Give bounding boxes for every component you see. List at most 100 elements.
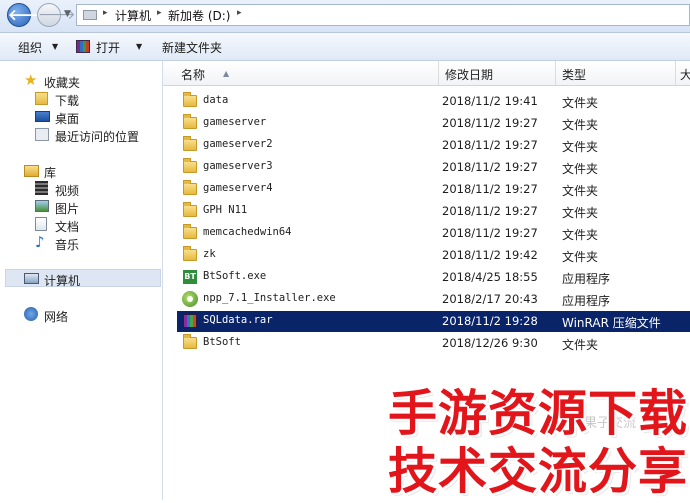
file-type: 文件夹 <box>562 206 599 220</box>
column-header-name[interactable]: 名称 ▲ <box>175 61 439 85</box>
nav-libraries-label: 库 <box>44 166 57 180</box>
file-row[interactable]: memcachedwin64 2018/11/2 19:27 文件夹 <box>177 223 690 244</box>
file-name: data <box>203 94 229 106</box>
file-row[interactable]: SQLdata.rar 2018/11/2 19:28 WinRAR 压缩文件 <box>177 311 690 332</box>
file-row[interactable]: gameserver2 2018/11/2 19:27 文件夹 <box>177 135 690 156</box>
file-name: npp_7.1_Installer.exe <box>203 292 336 304</box>
file-name: zk <box>203 248 216 260</box>
file-type: 应用程序 <box>562 272 611 286</box>
watermark-overlay: 果子交流 手游资源下载 技术交流分享 <box>388 368 690 500</box>
organize-button[interactable]: 组织 <box>18 39 42 56</box>
file-name: SQLdata.rar <box>203 314 273 326</box>
forward-button[interactable]: 🡒 <box>37 3 76 27</box>
new-folder-button[interactable]: 新建文件夹 <box>162 39 222 56</box>
network-icon <box>24 307 38 321</box>
column-header-date[interactable]: 修改日期 <box>439 61 556 85</box>
breadcrumb-separator-icon[interactable]: ▸ <box>237 8 242 18</box>
column-header-date-label: 修改日期 <box>445 68 494 82</box>
file-row[interactable]: BT BtSoft.exe 2018/4/25 18:55 应用程序 <box>177 267 690 288</box>
organize-dropdown-icon[interactable]: ▼ <box>52 42 58 51</box>
folder-icon <box>183 180 197 195</box>
nav-computer-label: 计算机 <box>44 274 81 288</box>
column-header-size-label: 大 <box>680 68 690 82</box>
file-name: GPH N11 <box>203 204 248 216</box>
file-type: 文件夹 <box>562 250 599 264</box>
computer-icon <box>24 273 39 284</box>
command-toolbar: 组织 ▼ 打开 ▼ 新建文件夹 <box>0 33 690 61</box>
file-type: 文件夹 <box>562 184 599 198</box>
file-row[interactable]: zk 2018/11/2 19:42 文件夹 <box>177 245 690 266</box>
column-header-type[interactable]: 类型 <box>556 61 676 85</box>
file-modified-date: 2018/11/2 19:27 <box>442 138 538 152</box>
file-row[interactable]: BtSoft 2018/12/26 9:30 文件夹 <box>177 333 690 354</box>
nav-item-videos-label: 视频 <box>55 184 80 198</box>
file-row[interactable]: data 2018/11/2 19:41 文件夹 <box>177 91 690 112</box>
recent-places-icon <box>35 128 49 141</box>
file-type: 文件夹 <box>562 140 599 154</box>
file-modified-date: 2018/12/26 9:30 <box>442 336 538 350</box>
file-name: BtSoft.exe <box>203 270 267 282</box>
nav-item-desktop-label: 桌面 <box>55 112 80 126</box>
watermark-line-2: 技术交流分享 <box>388 443 689 500</box>
bt-app-icon: BT <box>183 270 197 284</box>
column-header-size[interactable]: 大 <box>676 61 690 85</box>
star-icon: ★ <box>24 71 38 89</box>
library-icon <box>24 165 39 177</box>
file-type: 文件夹 <box>562 228 599 242</box>
file-modified-date: 2018/11/2 19:27 <box>442 226 538 240</box>
column-header: 名称 ▲ 修改日期 类型 大 <box>163 61 690 86</box>
breadcrumb-computer[interactable]: 计算机 <box>115 7 151 24</box>
documents-icon <box>35 217 47 231</box>
address-bar-strip: 🡐 🡒 ▼ ▸ 计算机 ▸ 新加卷 (D:) ▸ <box>0 0 690 33</box>
file-name: gameserver3 <box>203 160 273 172</box>
file-row[interactable]: npp_7.1_Installer.exe 2018/2/17 20:43 应用程序 <box>177 289 690 310</box>
address-bar[interactable]: ▸ 计算机 ▸ 新加卷 (D:) ▸ <box>76 4 690 26</box>
file-type: 文件夹 <box>562 162 599 176</box>
folder-icon <box>183 92 197 107</box>
file-row[interactable]: gameserver 2018/11/2 19:27 文件夹 <box>177 113 690 134</box>
file-modified-date: 2018/11/2 19:27 <box>442 116 538 130</box>
folder-icon <box>183 334 197 349</box>
open-dropdown-icon[interactable]: ▼ <box>136 42 142 51</box>
file-modified-date: 2018/4/25 18:55 <box>442 270 538 284</box>
recent-pages-dropdown-icon[interactable]: ▼ <box>64 9 71 19</box>
file-row[interactable]: GPH N11 2018/11/2 19:27 文件夹 <box>177 201 690 222</box>
nav-favorites-label: 收藏夹 <box>44 76 81 90</box>
nav-item-pictures-label: 图片 <box>55 202 80 216</box>
video-icon <box>35 181 48 195</box>
nav-item-downloads-label: 下载 <box>55 94 80 108</box>
file-row[interactable]: gameserver3 2018/11/2 19:27 文件夹 <box>177 157 690 178</box>
navigation-pane: ★ 收藏夹 下载 桌面 最近访问的位置 库 视频 图片 文档 ♪ 音乐 计算机 … <box>0 61 163 500</box>
file-modified-date: 2018/11/2 19:27 <box>442 204 538 218</box>
file-modified-date: 2018/11/2 19:42 <box>442 248 538 262</box>
column-header-name-label: 名称 <box>181 68 206 82</box>
winrar-archive-icon <box>183 314 197 328</box>
breadcrumb-drive-d[interactable]: 新加卷 (D:) <box>168 7 230 24</box>
file-modified-date: 2018/11/2 19:41 <box>442 94 538 108</box>
nav-item-recent-places-label: 最近访问的位置 <box>55 130 140 144</box>
file-name: memcachedwin64 <box>203 226 292 238</box>
file-modified-date: 2018/11/2 19:27 <box>442 160 538 174</box>
folder-icon <box>183 158 197 173</box>
download-folder-icon <box>35 92 48 105</box>
file-row[interactable]: gameserver4 2018/11/2 19:27 文件夹 <box>177 179 690 200</box>
file-type: 文件夹 <box>562 96 599 110</box>
file-name: gameserver2 <box>203 138 273 150</box>
file-modified-date: 2018/2/17 20:43 <box>442 292 538 306</box>
pictures-icon <box>35 200 49 212</box>
folder-icon <box>183 202 197 217</box>
music-icon: ♪ <box>35 233 45 251</box>
desktop-icon <box>35 111 50 122</box>
file-modified-date: 2018/11/2 19:28 <box>442 314 538 328</box>
back-button[interactable]: 🡐 <box>7 3 48 27</box>
file-type: 应用程序 <box>562 294 611 308</box>
nav-item-music-label: 音乐 <box>55 238 80 252</box>
computer-folder-icon <box>83 10 97 20</box>
folder-icon <box>183 114 197 129</box>
open-button[interactable]: 打开 <box>96 39 120 56</box>
nav-item-documents-label: 文档 <box>55 220 80 234</box>
column-header-type-label: 类型 <box>562 68 587 82</box>
sort-ascending-icon: ▲ <box>223 69 230 78</box>
breadcrumb-separator-icon[interactable]: ▸ <box>103 8 108 18</box>
breadcrumb-separator-icon[interactable]: ▸ <box>157 8 162 18</box>
